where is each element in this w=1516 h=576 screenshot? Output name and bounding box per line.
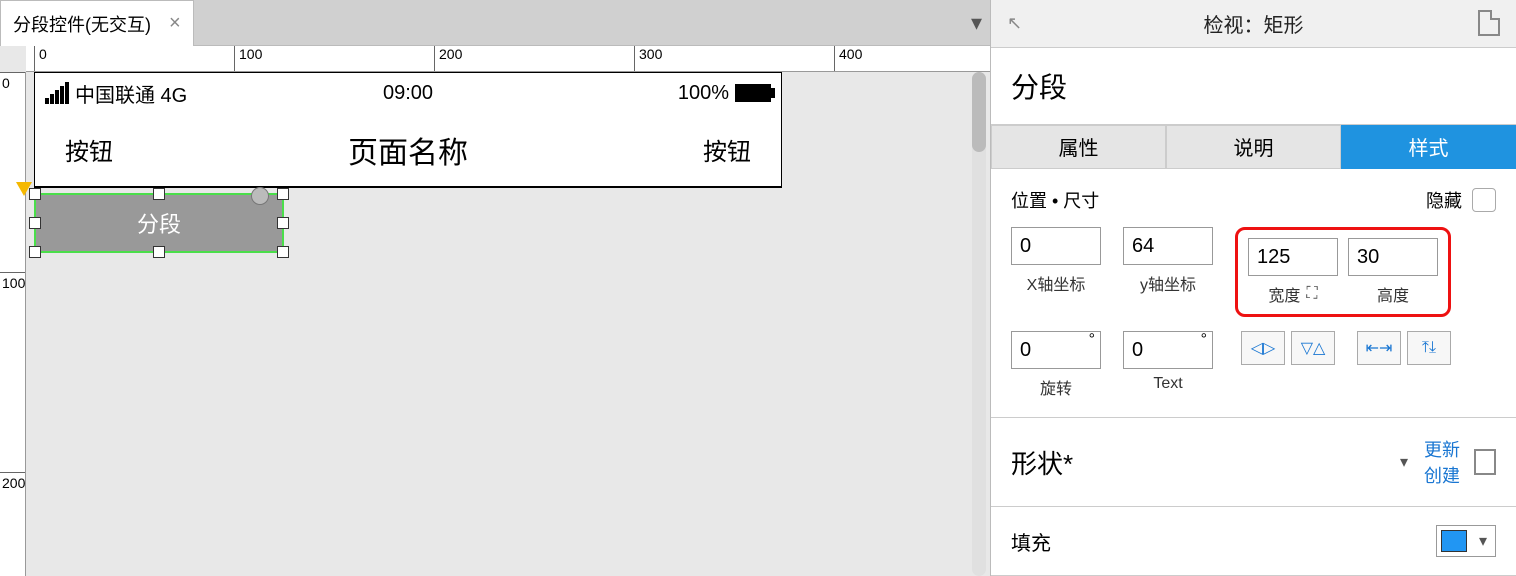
inspector-panel: ↖ 检视：矩形 分段 属性 说明 样式 位置 • 尺寸 隐藏 X轴坐标 y轴坐标: [990, 0, 1516, 576]
battery-percent: 100%: [678, 82, 729, 105]
ruler-h-tick: 200: [434, 46, 462, 71]
design-canvas[interactable]: 中国联通 4G 09:00 100% 按钮 页面名称 按钮 分段: [26, 72, 990, 576]
tab-notes[interactable]: 说明: [1166, 125, 1341, 169]
inspector-tabs: 属性 说明 样式: [991, 125, 1516, 169]
x-label: X轴坐标: [1027, 271, 1086, 295]
fill-section: 填充 ▾: [991, 507, 1516, 576]
fit-width-button[interactable]: ⇤⇥: [1357, 331, 1401, 365]
tab-dropdown-icon[interactable]: ▾: [971, 0, 982, 45]
document-tab-strip: 分段控件(无交互) × ▾: [0, 0, 990, 46]
signal-icon: [45, 82, 69, 104]
navbar-title: 页面名称: [35, 128, 781, 172]
canvas-area: 分段控件(无交互) × ▾ 0 100 200 300 400 0 100 20…: [0, 0, 990, 576]
rotation-label: 旋转: [1040, 375, 1072, 399]
edit-style-icon[interactable]: [1474, 449, 1496, 475]
navbar-left-button[interactable]: 按钮: [65, 132, 113, 167]
x-input[interactable]: [1011, 227, 1101, 265]
text-rotation-input[interactable]: [1123, 331, 1213, 369]
ruler-v-tick: 0: [0, 72, 25, 91]
canvas-scrollbar[interactable]: [972, 72, 986, 576]
position-size-section: 位置 • 尺寸 隐藏 X轴坐标 y轴坐标 宽度 ⛶: [991, 169, 1516, 418]
ruler-h-tick: 100: [234, 46, 262, 71]
height-label: 高度: [1377, 282, 1409, 306]
resize-handle-w[interactable]: [29, 217, 41, 229]
flip-vertical-button[interactable]: ▽△: [1291, 331, 1335, 365]
fill-color-picker[interactable]: ▾: [1436, 525, 1496, 557]
resize-handle-nw[interactable]: [29, 188, 41, 200]
resize-handle-e[interactable]: [277, 217, 289, 229]
resize-handle-sw[interactable]: [29, 246, 41, 258]
hide-checkbox[interactable]: [1472, 188, 1496, 212]
fill-dropdown-icon[interactable]: ▾: [1471, 531, 1495, 551]
ruler-v-tick: 100: [0, 272, 25, 291]
document-tab[interactable]: 分段控件(无交互) ×: [0, 0, 194, 46]
ruler-h-tick: 300: [634, 46, 662, 71]
scrollbar-thumb[interactable]: [972, 72, 986, 152]
battery-icon: [735, 84, 771, 102]
height-input[interactable]: [1348, 238, 1438, 276]
page-icon[interactable]: [1478, 10, 1500, 36]
battery-indicator: 100%: [678, 82, 771, 105]
resize-handle-ne[interactable]: [277, 188, 289, 200]
fill-label: 填充: [1011, 527, 1051, 556]
tab-style[interactable]: 样式: [1341, 125, 1516, 169]
shape-dropdown-icon[interactable]: ▾: [1400, 452, 1408, 472]
y-input[interactable]: [1123, 227, 1213, 265]
resize-handle-n[interactable]: [153, 188, 165, 200]
segment-label: 分段: [137, 207, 181, 239]
phone-statusbar: 中国联通 4G 09:00 100%: [35, 73, 781, 113]
navbar-right-button[interactable]: 按钮: [703, 132, 751, 167]
degree-icon: °: [1201, 331, 1207, 349]
degree-icon: °: [1089, 331, 1095, 349]
ruler-v-tick: 200: [0, 472, 25, 491]
close-tab-icon[interactable]: ×: [169, 12, 181, 35]
inspector-header-title: 检视：矩形: [991, 9, 1516, 38]
shape-label: 形状*: [1011, 444, 1073, 481]
selected-segment-widget[interactable]: 分段: [34, 193, 284, 253]
inspector-header: ↖ 检视：矩形: [991, 0, 1516, 48]
ruler-vertical[interactable]: 0 100 200: [0, 72, 26, 576]
shape-update-link[interactable]: 更新: [1424, 436, 1460, 462]
document-tab-title: 分段控件(无交互): [13, 11, 151, 37]
aspect-lock-icon[interactable]: ⛶: [1306, 285, 1317, 303]
hide-label: 隐藏: [1426, 187, 1462, 213]
width-input[interactable]: [1248, 238, 1338, 276]
resize-handle-s[interactable]: [153, 246, 165, 258]
shape-create-link[interactable]: 创建: [1424, 462, 1460, 488]
width-height-highlight: 宽度 ⛶ 高度: [1235, 227, 1451, 317]
shape-section: 形状* ▾ 更新 创建: [991, 418, 1516, 507]
resize-handle-se[interactable]: [277, 246, 289, 258]
tab-properties[interactable]: 属性: [991, 125, 1166, 169]
ruler-horizontal[interactable]: 0 100 200 300 400: [26, 46, 990, 72]
carrier-label: 中国联通 4G: [75, 79, 187, 108]
text-rotation-label: Text: [1153, 375, 1182, 393]
y-label: y轴坐标: [1140, 271, 1196, 295]
phone-frame: 中国联通 4G 09:00 100% 按钮 页面名称 按钮: [34, 72, 782, 188]
flip-horizontal-button[interactable]: ◁▷: [1241, 331, 1285, 365]
phone-navbar: 按钮 页面名称 按钮: [35, 113, 781, 187]
width-label: 宽度: [1268, 282, 1300, 306]
fit-height-button[interactable]: ⤒⤓: [1407, 331, 1451, 365]
rotation-input[interactable]: [1011, 331, 1101, 369]
widget-name[interactable]: 分段: [991, 48, 1516, 125]
ruler-h-tick: 0: [34, 46, 47, 71]
ruler-h-tick: 400: [834, 46, 862, 71]
fill-swatch-icon: [1441, 530, 1467, 552]
position-size-label: 位置 • 尺寸: [1011, 187, 1099, 213]
rotation-handle-icon[interactable]: [251, 187, 269, 205]
